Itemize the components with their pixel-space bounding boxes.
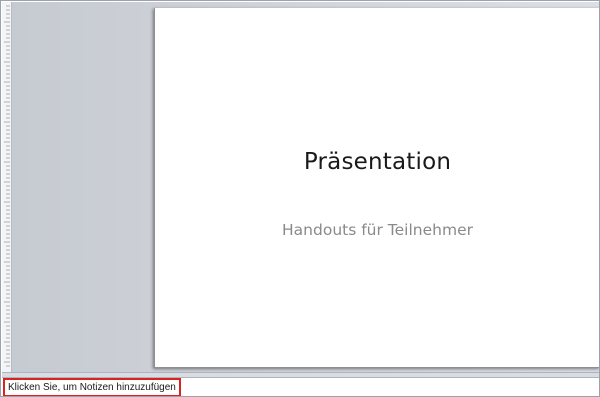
- slide-title[interactable]: Präsentation: [155, 149, 599, 175]
- notes-placeholder[interactable]: Klicken Sie, um Notizen hinzuzufügen: [3, 378, 181, 396]
- slide-subtitle[interactable]: Handouts für Teilnehmer: [155, 221, 599, 239]
- vertical-ruler: [2, 2, 12, 372]
- notes-pane[interactable]: Klicken Sie, um Notizen hinzuzufügen: [2, 378, 599, 396]
- powerpoint-normal-view: Präsentation Handouts für Teilnehmer Kli…: [0, 0, 600, 397]
- slide-canvas[interactable]: Präsentation Handouts für Teilnehmer: [154, 8, 599, 368]
- ruler-ticks: [4, 5, 10, 367]
